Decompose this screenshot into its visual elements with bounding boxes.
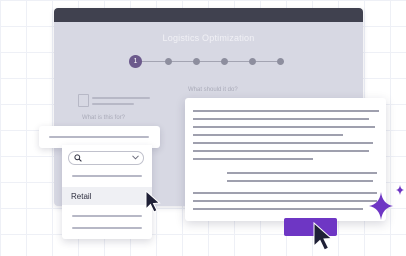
sparkle-icon bbox=[396, 185, 404, 195]
question-right: What should it do? bbox=[188, 87, 238, 93]
text-line bbox=[227, 180, 373, 182]
placeholder-line bbox=[92, 97, 150, 99]
list-item-label: Retail bbox=[71, 192, 92, 201]
document-icon bbox=[78, 94, 89, 107]
text-content-panel bbox=[185, 98, 386, 221]
step-2[interactable] bbox=[165, 58, 172, 65]
mouse-cursor-icon bbox=[313, 222, 333, 251]
search-input[interactable] bbox=[68, 151, 144, 165]
list-item-placeholder[interactable] bbox=[72, 227, 142, 229]
sparkle-icon bbox=[369, 192, 393, 220]
text-line bbox=[193, 134, 343, 136]
window-title: Logistics Optimization bbox=[162, 33, 255, 43]
chevron-down-icon[interactable] bbox=[132, 155, 139, 160]
text-line bbox=[193, 126, 375, 128]
search-icon bbox=[74, 154, 82, 162]
step-6[interactable] bbox=[277, 58, 284, 65]
text-line bbox=[193, 158, 313, 160]
step-5[interactable] bbox=[249, 58, 256, 65]
text-line bbox=[193, 110, 379, 112]
placeholder-line bbox=[49, 136, 149, 138]
stepper-line bbox=[130, 61, 284, 62]
dropdown-list-panel: Retail bbox=[62, 145, 152, 239]
text-line bbox=[193, 200, 377, 202]
text-line bbox=[193, 142, 373, 144]
step-4[interactable] bbox=[221, 58, 228, 65]
text-line bbox=[193, 208, 363, 210]
text-line bbox=[193, 150, 369, 152]
placeholder-line bbox=[92, 103, 134, 105]
list-item-placeholder[interactable] bbox=[72, 175, 142, 177]
list-item-placeholder[interactable] bbox=[72, 215, 142, 217]
step-1[interactable]: 1 bbox=[129, 55, 142, 68]
text-line bbox=[227, 172, 377, 174]
mouse-cursor-icon bbox=[145, 190, 161, 213]
text-line bbox=[193, 192, 377, 194]
step-3[interactable] bbox=[193, 58, 200, 65]
list-item-retail[interactable]: Retail bbox=[62, 187, 152, 205]
window-title-bar bbox=[54, 8, 363, 22]
text-line bbox=[193, 118, 369, 120]
question-left: What is this for? bbox=[82, 115, 126, 121]
